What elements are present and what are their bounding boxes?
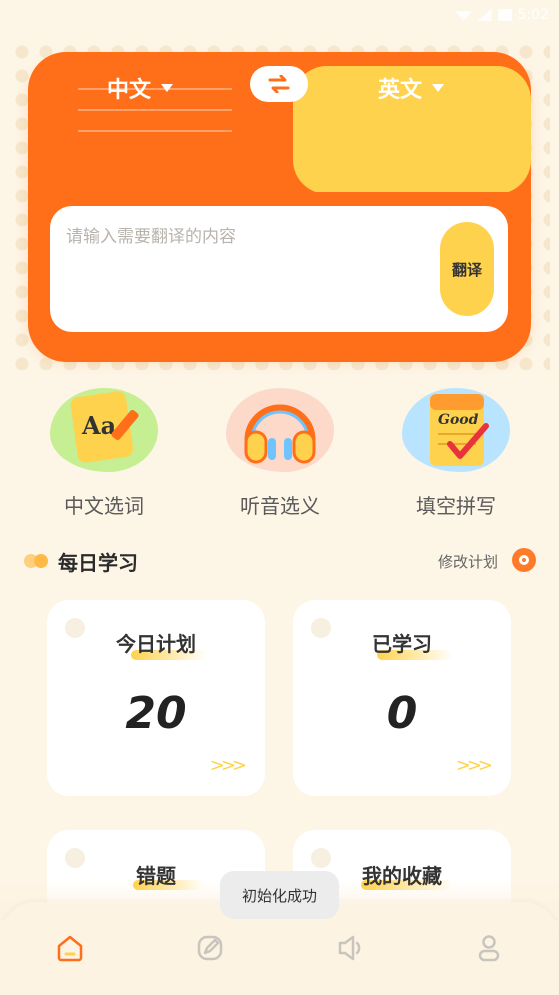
- edit-icon[interactable]: [194, 932, 226, 964]
- feature-label: 填空拼写: [416, 494, 496, 518]
- feature-listen-choose-meaning[interactable]: 听音选义: [210, 388, 350, 519]
- learned-card[interactable]: 已学习 0 >>>: [293, 600, 511, 796]
- translate-button[interactable]: 翻译: [440, 222, 494, 316]
- card-title: 今日计划: [116, 632, 196, 656]
- feature-fill-spelling[interactable]: Good 填空拼写: [386, 388, 526, 519]
- audio-icon[interactable]: [334, 932, 366, 964]
- target-language-label: 英文: [378, 78, 423, 103]
- card-value: 0: [386, 688, 418, 739]
- gear-icon[interactable]: [512, 548, 536, 572]
- swap-icon: [268, 75, 290, 93]
- chevrons-right-icon: >>>: [209, 755, 247, 776]
- signal-icon: [477, 9, 492, 21]
- status-time: 5:02: [517, 7, 549, 23]
- feature-label: 听音选义: [240, 494, 320, 518]
- translator-card: 中文 英文 翻译: [28, 52, 531, 362]
- feature-label: 中文选词: [64, 494, 144, 518]
- swap-language-button[interactable]: [250, 66, 308, 102]
- caret-down-icon: [161, 84, 174, 92]
- translate-input-box: 翻译: [50, 206, 508, 332]
- section-title: 每日学习: [58, 551, 138, 575]
- modify-plan-link[interactable]: 修改计划: [438, 551, 498, 572]
- card-value: 20: [125, 688, 187, 739]
- practice-features: Aa 中文选词 听音选义 Good 填空拼写: [0, 388, 559, 528]
- target-language-selector[interactable]: 英文: [378, 72, 445, 104]
- headphones-icon: [226, 388, 334, 472]
- notebook-aa-icon: Aa: [50, 388, 158, 472]
- daily-study-header: 每日学习 修改计划: [24, 545, 538, 577]
- status-bar: 5:02: [0, 0, 559, 30]
- user-icon[interactable]: [473, 932, 505, 964]
- translate-input[interactable]: [66, 222, 426, 312]
- chevrons-right-icon: >>>: [455, 755, 493, 776]
- today-plan-card[interactable]: 今日计划 20 >>>: [47, 600, 265, 796]
- source-language-label: 中文: [107, 78, 152, 103]
- svg-text:Good: Good: [438, 412, 479, 428]
- source-language-selector[interactable]: 中文: [107, 72, 174, 104]
- wifi-icon: [455, 11, 472, 21]
- feature-chinese-word-choice[interactable]: Aa 中文选词: [34, 388, 174, 519]
- card-title: 已学习: [372, 632, 432, 656]
- battery-icon: [497, 9, 512, 21]
- section-dots-icon: [24, 554, 48, 568]
- home-icon[interactable]: [54, 932, 86, 964]
- svg-text:Aa: Aa: [81, 411, 116, 440]
- caret-down-icon: [432, 84, 445, 92]
- toast-message: 初始化成功: [220, 871, 339, 919]
- good-notepad-icon: Good: [402, 388, 510, 472]
